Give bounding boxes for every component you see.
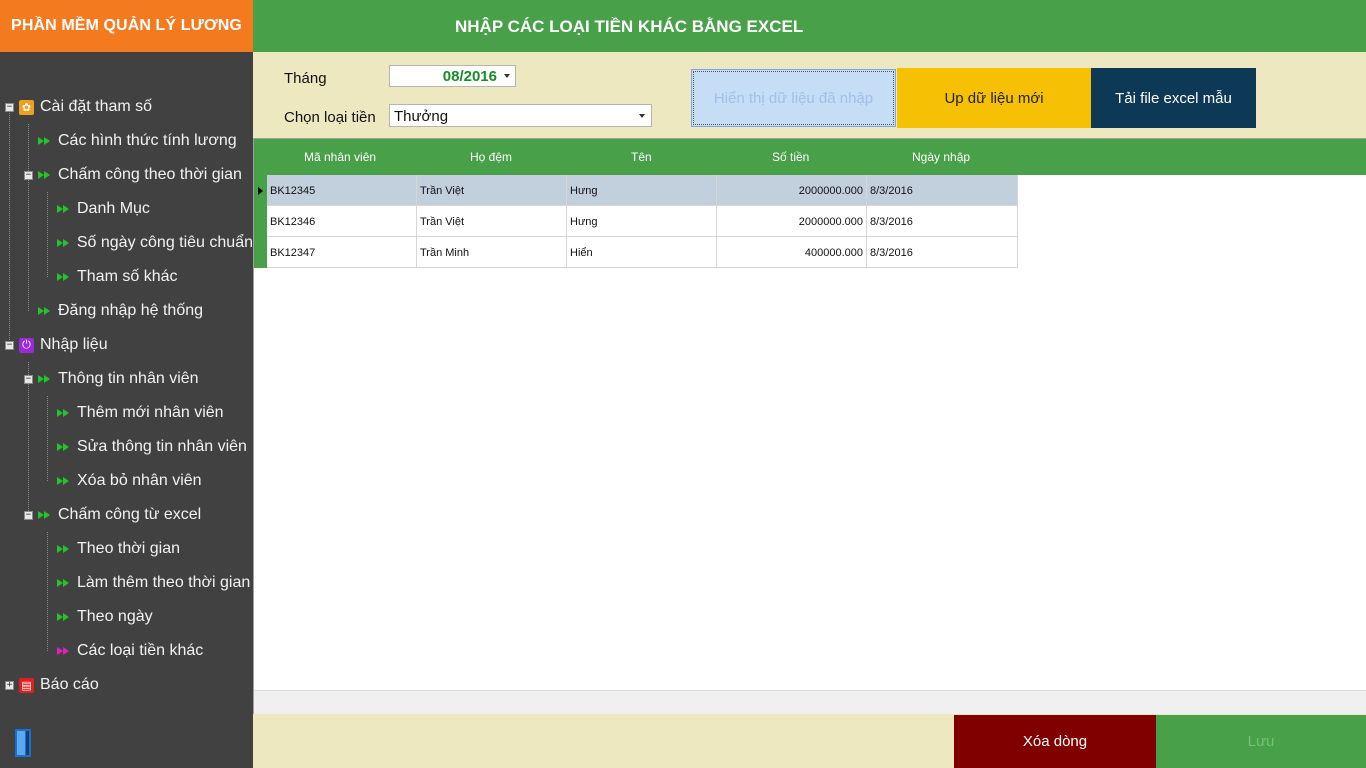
sidebar-item-theo-thoi-gian[interactable]: Theo thời gian xyxy=(57,532,253,566)
page-title: NHẬP CÁC LOẠI TIỀN KHÁC BẰNG EXCEL xyxy=(455,17,804,36)
chevron-down-icon[interactable] xyxy=(504,74,510,78)
cell-ngay-nhap[interactable]: 8/3/2016 xyxy=(867,237,1018,268)
double-arrow-icon xyxy=(57,238,71,248)
app-title: PHẦN MỀM QUẢN LÝ LƯƠNG xyxy=(0,0,253,52)
column-header-ho-dem[interactable]: Họ đệm xyxy=(470,150,512,164)
double-arrow-icon xyxy=(57,544,71,554)
expand-toggle[interactable]: + xyxy=(5,681,14,690)
table-row[interactable]: BK12347 Trần Minh Hiển 400000.000 8/3/20… xyxy=(267,237,1018,268)
column-header-so-tien[interactable]: Số tiền xyxy=(772,150,809,164)
money-type-select[interactable]: Thưởng xyxy=(389,104,652,127)
cell-ma-nhan-vien[interactable]: BK12346 xyxy=(267,206,417,237)
cell-so-tien[interactable]: 400000.000 xyxy=(717,237,867,268)
collapse-toggle[interactable]: − xyxy=(24,511,33,520)
show-imported-data-button[interactable]: Hiển thị dữ liệu đã nhập xyxy=(691,69,896,127)
report-icon: ▤ xyxy=(19,677,34,693)
sidebar-item-dang-nhap-he-thong[interactable]: Đăng nhập hệ thống xyxy=(38,294,253,328)
sidebar-item-nhap-lieu[interactable]: − ⏻ Nhập liệu xyxy=(0,328,253,362)
cell-ten[interactable]: Hiển xyxy=(567,237,717,268)
month-picker[interactable]: 08/2016 xyxy=(389,65,516,87)
cell-ten[interactable]: Hưng xyxy=(567,175,717,206)
header-bar: NHẬP CÁC LOẠI TIỀN KHÁC BẰNG EXCEL xyxy=(253,0,1366,52)
upload-new-data-button[interactable]: Up dữ liệu mới xyxy=(897,68,1091,128)
double-arrow-icon xyxy=(57,272,71,282)
sidebar-item-cac-hinh-thuc-tinh-luong[interactable]: Các hình thức tính lương xyxy=(38,124,253,158)
cell-ho-dem[interactable]: Trần Việt xyxy=(417,175,567,206)
cell-ma-nhan-vien[interactable]: BK12345 xyxy=(267,175,417,206)
month-label: Tháng xyxy=(284,70,327,87)
double-arrow-icon xyxy=(38,136,52,146)
double-arrow-icon xyxy=(57,476,71,486)
collapse-toggle[interactable]: − xyxy=(24,171,33,180)
current-row-arrow-icon xyxy=(258,187,263,195)
cell-ngay-nhap[interactable]: 8/3/2016 xyxy=(867,175,1018,206)
sidebar-item-lam-them-theo-thoi-gian[interactable]: Làm thêm theo thời gian xyxy=(57,566,253,600)
column-header-ngay-nhap[interactable]: Ngày nhập xyxy=(912,150,970,164)
double-arrow-icon xyxy=(38,510,52,520)
cell-ma-nhan-vien[interactable]: BK12347 xyxy=(267,237,417,268)
sidebar-item-danh-muc[interactable]: Danh Mục xyxy=(57,192,253,226)
double-arrow-icon xyxy=(38,306,52,316)
double-arrow-icon xyxy=(38,374,52,384)
cell-ngay-nhap[interactable]: 8/3/2016 xyxy=(867,206,1018,237)
double-arrow-icon xyxy=(38,170,52,180)
horizontal-scrollbar[interactable] xyxy=(254,690,1366,714)
double-arrow-icon xyxy=(57,612,71,622)
sidebar-item-them-moi-nhan-vien[interactable]: Thêm mới nhân viên xyxy=(57,396,253,430)
delete-row-button[interactable]: Xóa dòng xyxy=(954,715,1156,768)
cell-ten[interactable]: Hưng xyxy=(567,206,717,237)
double-arrow-icon xyxy=(57,442,71,452)
sidebar-item-cham-cong-theo-thoi-gian[interactable]: − Chấm công theo thời gian xyxy=(0,158,253,192)
filter-bar: Tháng 08/2016 Chọn loại tiền Thưởng Hiển… xyxy=(253,52,1366,138)
tree-line xyxy=(47,192,48,277)
sidebar-item-cai-dat-tham-so[interactable]: − ✿ Cài đặt tham số xyxy=(0,90,253,124)
collapse-toggle[interactable]: − xyxy=(5,341,14,350)
tree-line xyxy=(9,108,10,346)
month-value: 08/2016 xyxy=(442,68,497,85)
import-icon: ⏻ xyxy=(19,337,34,353)
download-excel-template-button[interactable]: Tải file excel mẫu xyxy=(1091,68,1256,128)
grid-header: Mã nhân viên Họ đệm Tên Số tiền Ngày nhậ… xyxy=(254,139,1366,175)
money-type-value: Thưởng xyxy=(394,108,449,125)
sidebar-item-so-ngay-cong-tieu-chuan[interactable]: Số ngày công tiêu chuẩn xyxy=(57,226,253,260)
sidebar-item-theo-ngay[interactable]: Theo ngày xyxy=(57,600,253,634)
gear-icon: ✿ xyxy=(19,99,34,115)
column-header-ma-nhan-vien[interactable]: Mã nhân viên xyxy=(304,150,376,164)
sidebar: PHẦN MỀM QUẢN LÝ LƯƠNG − ✿ Cài đặt tham … xyxy=(0,0,253,768)
save-button[interactable]: Lưu xyxy=(1156,715,1366,768)
collapse-toggle[interactable]: − xyxy=(24,375,33,384)
tree-line xyxy=(47,532,48,651)
chevron-down-icon[interactable] xyxy=(639,114,645,118)
sidebar-item-thong-tin-nhan-vien[interactable]: − Thông tin nhân viên xyxy=(0,362,253,396)
collapse-toggle[interactable]: − xyxy=(5,103,14,112)
cell-so-tien[interactable]: 2000000.000 xyxy=(717,206,867,237)
money-type-label: Chọn loại tiền xyxy=(284,109,376,126)
sidebar-item-xoa-bo-nhan-vien[interactable]: Xóa bỏ nhân viên xyxy=(57,464,253,498)
sidebar-item-cham-cong-tu-excel[interactable]: − Chấm công từ excel xyxy=(0,498,253,532)
tree-line xyxy=(28,124,29,311)
cell-so-tien[interactable]: 2000000.000 xyxy=(717,175,867,206)
data-grid: Mã nhân viên Họ đệm Tên Số tiền Ngày nhậ… xyxy=(253,138,1366,714)
sidebar-item-sua-thong-tin-nhan-vien[interactable]: Sửa thông tin nhân viên xyxy=(57,430,253,464)
double-arrow-icon xyxy=(57,204,71,214)
double-arrow-icon xyxy=(57,578,71,588)
tree-line xyxy=(47,396,48,481)
sidebar-item-tham-so-khac[interactable]: Tham số khác xyxy=(57,260,253,294)
exit-door-icon[interactable] xyxy=(14,728,34,758)
sidebar-item-bao-cao[interactable]: + ▤ Báo cáo xyxy=(0,668,253,702)
column-header-ten[interactable]: Tên xyxy=(631,150,652,164)
double-arrow-icon xyxy=(57,408,71,418)
double-arrow-icon-active xyxy=(57,646,71,656)
footer-bar: Xóa dòng Lưu xyxy=(253,714,1366,768)
table-row[interactable]: BK12346 Trần Việt Hưng 2000000.000 8/3/2… xyxy=(267,206,1018,237)
cell-ho-dem[interactable]: Trần Minh xyxy=(417,237,567,268)
table-row[interactable]: BK12345 Trần Việt Hưng 2000000.000 8/3/2… xyxy=(267,175,1018,206)
sidebar-item-cac-loai-tien-khac[interactable]: Các loại tiền khác xyxy=(57,634,253,668)
cell-ho-dem[interactable]: Trần Việt xyxy=(417,206,567,237)
